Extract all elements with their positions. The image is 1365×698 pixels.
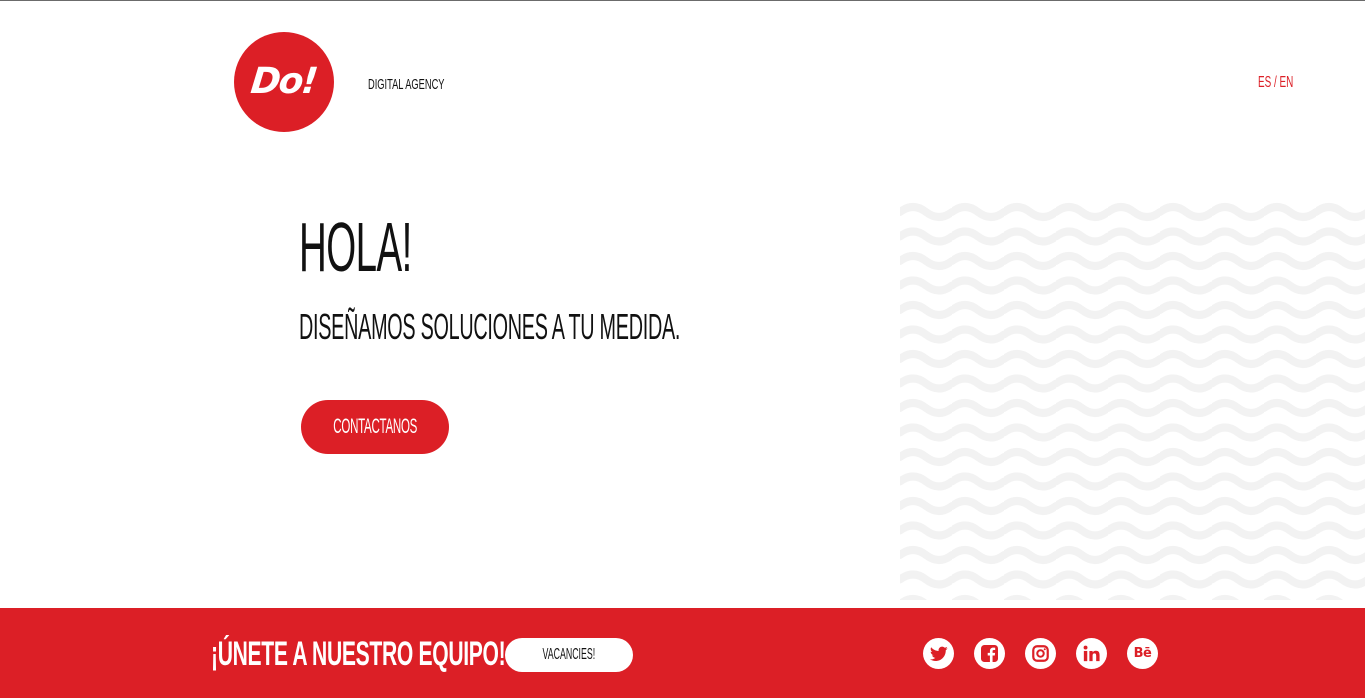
instagram-link[interactable] [1025,638,1056,669]
lang-separator: / [1273,74,1277,91]
lang-en-link[interactable]: EN [1280,74,1294,91]
twitter-link[interactable] [923,638,954,669]
vacancies-button-label: VACANCIES! [542,646,596,663]
lang-es-link[interactable]: ES [1258,74,1271,91]
hero-subtitle: DISEÑAMOS SOLUCIONES A TU MEDIDA. [299,306,681,347]
behance-link[interactable]: Bē [1127,638,1158,669]
hero-title: HOLA! [299,208,412,286]
join-team-text: ¡ÚNETE A NUESTRO EQUIPO! [211,635,506,673]
wave-pattern-background [900,200,1365,600]
behance-icon: Bē [1133,646,1152,661]
facebook-icon [981,645,998,662]
contact-button-label: CONTACTANOS [333,415,417,438]
agency-tagline: DIGITAL AGENCY [368,76,445,93]
brand-logo[interactable]: Do! [234,32,334,132]
language-switcher: ES / EN [1258,74,1293,92]
twitter-icon [929,646,948,661]
linkedin-link[interactable] [1076,638,1107,669]
top-divider [0,0,1365,1]
logo-text: Do! [249,60,319,102]
contact-button[interactable]: CONTACTANOS [301,400,449,454]
linkedin-icon [1083,645,1100,662]
instagram-icon [1032,645,1049,662]
vacancies-button[interactable]: VACANCIES! [505,638,633,672]
footer-bar: ¡ÚNETE A NUESTRO EQUIPO! VACANCIES! Bē [0,608,1365,698]
facebook-link[interactable] [974,638,1005,669]
